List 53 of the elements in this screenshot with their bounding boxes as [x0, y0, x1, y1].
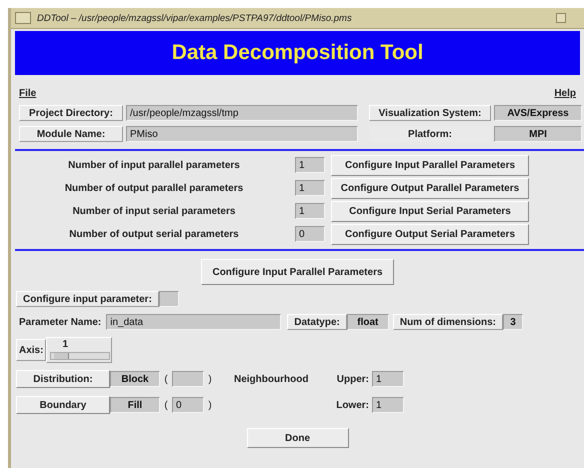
distribution-button[interactable]: Distribution: — [16, 370, 110, 388]
parameter-field[interactable] — [158, 291, 179, 307]
axis-slider[interactable] — [50, 352, 110, 360]
parameter-count-label: Number of output parallel parameters — [64, 182, 244, 194]
count-field[interactable]: 1 — [295, 157, 325, 173]
minimize-button[interactable] — [556, 13, 566, 23]
field-label: Parameter Name: — [18, 316, 102, 328]
count-field[interactable]: 0 — [295, 226, 325, 242]
system-field[interactable]: AVS/Express — [494, 105, 582, 121]
parameter-count-label: Number of output serial parameters — [68, 228, 240, 240]
field-label: Module Name: — [19, 126, 123, 142]
field-label: Lower: — [335, 400, 370, 410]
app-header: Data Decomposition Tool — [15, 31, 580, 75]
configure-button[interactable]: Configure Input Parallel Parameters — [201, 259, 394, 285]
configure-button[interactable]: Configure Input Parallel Parameters — [331, 154, 529, 176]
count-field[interactable]: 1 — [295, 180, 325, 196]
datatype-field[interactable]: float — [346, 314, 389, 330]
field-label: Upper: — [336, 374, 370, 384]
directory-field[interactable]: /usr/people/mzagssl/tmp — [126, 105, 358, 121]
parameter-count-label: Number of input serial parameters — [72, 206, 236, 216]
lower-field[interactable]: 1 — [372, 397, 404, 413]
parameter-name-field[interactable]: in_data — [106, 314, 282, 330]
done-button[interactable]: Done — [246, 428, 348, 448]
configure-button[interactable]: Configure Output Parallel Parameters — [331, 178, 529, 198]
paren: ) — [207, 374, 213, 384]
field-label: Datatype: — [287, 314, 347, 330]
neighbourhood-label: Neighbourhood — [233, 374, 310, 384]
platform-field[interactable]: MPI — [494, 126, 582, 142]
upper-field[interactable]: 1 — [372, 371, 404, 387]
menu-item[interactable]: Help — [554, 88, 576, 98]
distribution-field[interactable]: Block — [110, 371, 160, 387]
menu-item[interactable]: File — [19, 88, 36, 98]
dimensions-field[interactable]: 3 — [502, 314, 523, 330]
configure-button[interactable]: Configure Output Serial Parameters — [331, 224, 529, 244]
boundary-button[interactable]: Boundary — [16, 396, 110, 414]
boundary-value-field[interactable]: 0 — [172, 397, 204, 413]
window-menu-button[interactable] — [15, 12, 31, 24]
paren: ) — [207, 400, 213, 410]
field-label: Num of dimensions: — [392, 314, 503, 330]
field-label: Project Directory: — [19, 105, 123, 121]
configure-button[interactable]: Configure Input Serial Parameters — [331, 200, 529, 222]
window-title: DDTool – /usr/people/mzagssl/vipar/examples/PSTPA97/ddtool/PMiso.pms — [37, 12, 353, 24]
paren: ( — [163, 374, 169, 384]
distribution-parameter-field[interactable] — [172, 371, 204, 387]
count-field[interactable]: 1 — [295, 203, 325, 219]
axis-value: 1 — [61, 339, 68, 350]
field-label: Visualization System: — [369, 105, 491, 121]
field-label: Configure input parameter: — [16, 291, 159, 307]
boundary-field[interactable]: Fill — [110, 397, 160, 413]
field-label: Axis: — [16, 339, 46, 361]
paren: ( — [163, 400, 169, 410]
parameter-count-label: Number of input parallel parameters — [67, 160, 241, 170]
module-field[interactable]: PMiso — [126, 126, 358, 142]
